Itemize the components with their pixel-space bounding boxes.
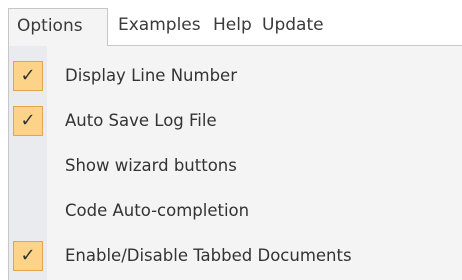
menu-bar: Options Examples Help Update xyxy=(0,0,462,46)
menu-item-code-auto-completion[interactable]: Code Auto-completion xyxy=(9,189,462,233)
menu-options[interactable]: Options xyxy=(8,8,108,46)
checkmark-icon: ✓ xyxy=(13,241,43,271)
menu-item-auto-save-log-file[interactable]: ✓ Auto Save Log File xyxy=(9,99,462,143)
menu-examples[interactable]: Examples xyxy=(118,8,201,42)
menu-item-label: Show wizard buttons xyxy=(65,156,237,175)
menu-item-display-line-number[interactable]: ✓ Display Line Number xyxy=(9,54,462,98)
menu-item-label: Enable/Disable Tabbed Documents xyxy=(65,246,352,265)
options-dropdown-menu: ✓ Display Line Number ✓ Auto Save Log Fi… xyxy=(8,45,462,280)
menu-update[interactable]: Update xyxy=(262,8,324,42)
menu-item-label: Display Line Number xyxy=(65,66,237,85)
menu-item-label: Auto Save Log File xyxy=(65,111,217,130)
menu-item-label: Code Auto-completion xyxy=(65,201,250,220)
menu-help[interactable]: Help xyxy=(213,8,252,42)
checkmark-icon: ✓ xyxy=(13,61,43,91)
menu-item-show-wizard-buttons[interactable]: Show wizard buttons xyxy=(9,144,462,188)
menu-item-tabbed-documents[interactable]: ✓ Enable/Disable Tabbed Documents xyxy=(9,234,462,278)
checkmark-icon: ✓ xyxy=(13,106,43,136)
